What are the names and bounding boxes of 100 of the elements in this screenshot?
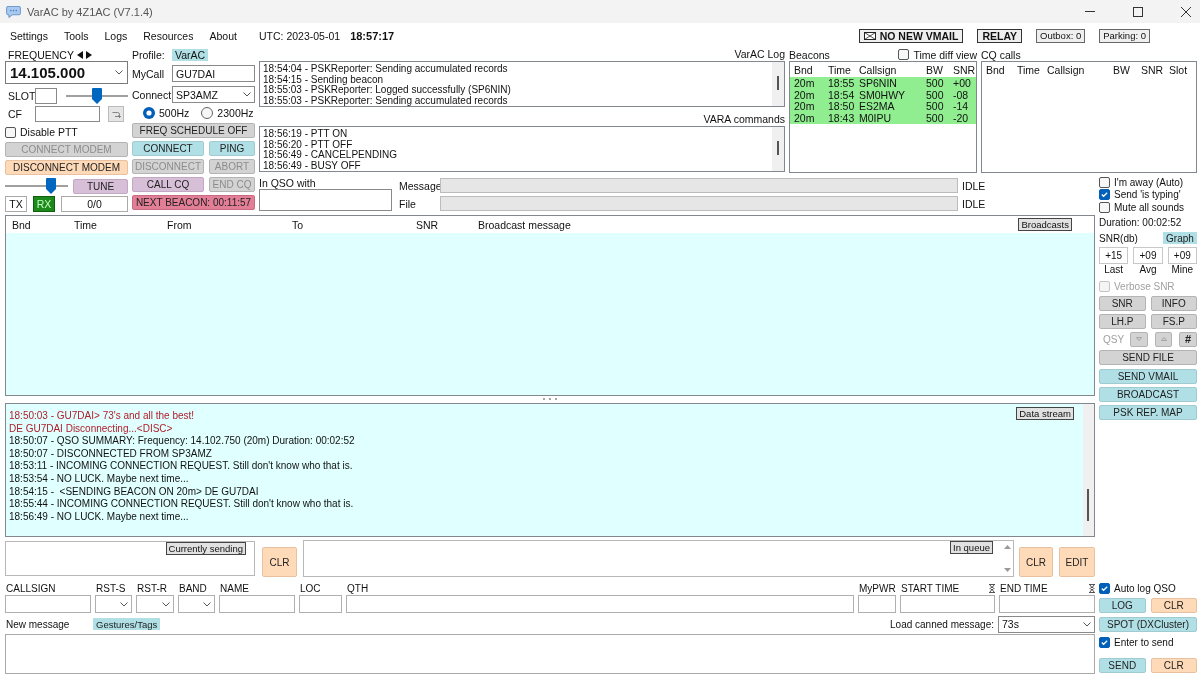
- canned-message-select[interactable]: 73s: [998, 615, 1095, 633]
- clear-button[interactable]: CLR: [1019, 547, 1053, 577]
- column-header[interactable]: BW: [926, 63, 953, 76]
- send-button[interactable]: SEND: [1099, 658, 1146, 673]
- clear-button[interactable]: CLR: [1150, 658, 1197, 673]
- in-qso-field[interactable]: [259, 189, 392, 211]
- scroll-up-icon[interactable]: [1004, 545, 1011, 549]
- broadcasts-button[interactable]: Broadcasts: [1018, 218, 1072, 231]
- checkbox[interactable]: [5, 126, 16, 138]
- next-beacon-button[interactable]: NEXT BEACON: 00:11:57: [132, 195, 255, 210]
- hourglass-icon[interactable]: [1089, 583, 1095, 593]
- triangle-right-icon[interactable]: [85, 50, 92, 59]
- cf-field[interactable]: [35, 106, 100, 122]
- log-button[interactable]: LOG: [1099, 598, 1146, 613]
- in-queue-button[interactable]: In queue: [950, 541, 993, 554]
- power-field[interactable]: [858, 595, 896, 613]
- beacon-row[interactable]: 20m 18:55 SP6NIN 500 +00: [790, 77, 976, 89]
- outbox-button[interactable]: Outbox: 0: [1036, 28, 1086, 43]
- checkbox[interactable]: [1099, 637, 1110, 648]
- column-header[interactable]: Time: [74, 218, 167, 231]
- connect-select[interactable]: SP3AMZ: [172, 86, 255, 103]
- tune-slider-track[interactable]: [5, 178, 68, 194]
- column-header[interactable]: Bnd: [794, 63, 828, 76]
- fsp-button[interactable]: FS.P: [1150, 313, 1197, 329]
- qth-field[interactable]: [346, 595, 854, 613]
- slot-field[interactable]: [35, 88, 57, 104]
- vmail-button[interactable]: NO NEW VMAIL: [858, 28, 964, 43]
- apply-button[interactable]: [108, 106, 124, 122]
- send-vmail-button[interactable]: SEND VMAIL: [1099, 368, 1197, 384]
- call-cq-button[interactable]: CALL CQ: [132, 177, 204, 192]
- data-stream-button[interactable]: Data stream: [1016, 407, 1074, 420]
- new-message-field[interactable]: [5, 634, 1095, 674]
- maximize-icon[interactable]: [1133, 6, 1143, 17]
- send-file-button[interactable]: SEND FILE: [1099, 349, 1197, 365]
- info-button[interactable]: INFO: [1150, 295, 1197, 311]
- mycall-field[interactable]: GU7DAI: [172, 65, 255, 82]
- column-header[interactable]: SNR: [1141, 63, 1169, 76]
- name-field[interactable]: [219, 595, 295, 613]
- psk-map-button[interactable]: PSK REP. MAP: [1099, 404, 1197, 420]
- checkbox[interactable]: [1099, 189, 1110, 201]
- start-time-field[interactable]: [900, 595, 995, 613]
- currently-sending-button[interactable]: Currently sending: [165, 542, 246, 555]
- broadcast-button[interactable]: BROADCAST: [1099, 386, 1197, 402]
- relay-button[interactable]: RELAY: [977, 28, 1022, 43]
- menu-item[interactable]: Logs: [104, 29, 128, 42]
- column-header[interactable]: To: [292, 218, 416, 231]
- column-header[interactable]: SNR: [953, 63, 976, 76]
- menu-item[interactable]: About: [209, 29, 237, 42]
- triangle-left-icon[interactable]: [76, 50, 83, 59]
- menu-item[interactable]: Tools: [63, 29, 89, 42]
- column-header[interactable]: BW: [1113, 63, 1141, 76]
- slider-thumb[interactable]: [92, 88, 102, 104]
- frequency-select[interactable]: 14.105.000: [5, 61, 128, 84]
- freq-schedule-button[interactable]: FREQ SCHEDULE OFF: [132, 123, 255, 138]
- disconnect-modem-button[interactable]: DISCONNECT MODEM: [5, 160, 128, 175]
- lhp-button[interactable]: LH.P: [1099, 313, 1146, 329]
- spot-button[interactable]: SPOT (DXCluster): [1099, 617, 1197, 632]
- scroll-down-icon[interactable]: [1004, 568, 1011, 572]
- tune-button[interactable]: TUNE: [73, 178, 128, 194]
- menu-item[interactable]: Settings: [10, 29, 48, 42]
- column-header[interactable]: Callsign: [1047, 63, 1113, 76]
- splitter-handle[interactable]: [543, 398, 557, 400]
- column-header[interactable]: Bnd: [12, 218, 74, 231]
- menu-item[interactable]: Resources: [143, 29, 194, 42]
- locator-field[interactable]: [299, 595, 342, 613]
- checkbox[interactable]: [1099, 201, 1110, 213]
- close-icon[interactable]: [1181, 6, 1191, 17]
- radio-button[interactable]: [143, 107, 155, 119]
- sending-field[interactable]: Currently sending: [5, 541, 255, 576]
- clear-button[interactable]: CLR: [262, 547, 297, 577]
- column-header[interactable]: Time: [1017, 63, 1047, 76]
- column-header[interactable]: Broadcast message: [478, 218, 571, 231]
- checkbox[interactable]: [1099, 176, 1110, 188]
- edit-button[interactable]: EDIT: [1059, 547, 1095, 577]
- checkbox[interactable]: [1099, 583, 1110, 594]
- radio-button[interactable]: [201, 107, 214, 119]
- checkbox[interactable]: [898, 49, 910, 60]
- beacon-row[interactable]: 20m 18:43 M0IPU 500 -20: [790, 112, 976, 124]
- slot-slider-track[interactable]: [66, 88, 128, 104]
- snr-button[interactable]: SNR: [1099, 295, 1146, 311]
- end-time-field[interactable]: [999, 595, 1095, 613]
- scrollbar[interactable]: [772, 127, 784, 171]
- column-header[interactable]: Callsign: [859, 63, 926, 76]
- queue-field[interactable]: In queue: [303, 540, 1014, 577]
- connect-button[interactable]: CONNECT: [132, 141, 204, 156]
- column-header[interactable]: Bnd: [986, 63, 1017, 76]
- gestures-tags-button[interactable]: Gestures/Tags: [93, 618, 161, 630]
- clear-button[interactable]: CLR: [1150, 598, 1197, 613]
- parking-button[interactable]: Parking: 0: [1099, 28, 1150, 43]
- column-header[interactable]: SNR: [416, 218, 478, 231]
- scrollbar[interactable]: [1083, 404, 1094, 536]
- ping-button[interactable]: PING: [209, 141, 255, 156]
- column-header[interactable]: From: [167, 218, 292, 231]
- slider-thumb[interactable]: [46, 178, 57, 194]
- callsign-field[interactable]: [5, 595, 91, 613]
- graph-button[interactable]: Graph: [1163, 232, 1197, 244]
- column-header[interactable]: Slot: [1169, 63, 1188, 76]
- column-header[interactable]: Time: [828, 63, 859, 76]
- scrollbar[interactable]: [772, 62, 784, 106]
- hourglass-icon[interactable]: [989, 583, 995, 593]
